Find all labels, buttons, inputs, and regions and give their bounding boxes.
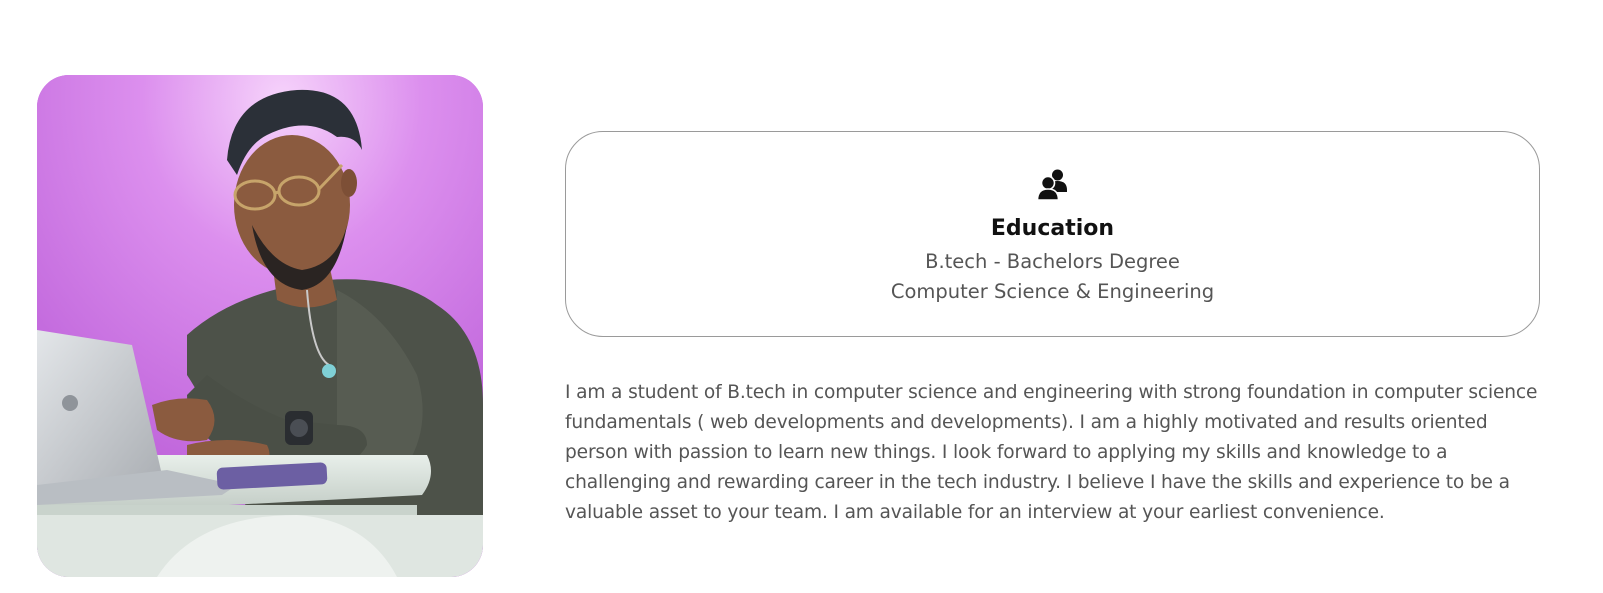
education-field: Computer Science & Engineering — [890, 280, 1215, 303]
profile-photo — [37, 75, 483, 577]
about-paragraph: I am a student of B.tech in computer sci… — [565, 382, 1538, 523]
education-card: Education B.tech - Bachelors Degree Comp… — [565, 131, 1540, 337]
education-degree: B.tech - Bachelors Degree — [925, 250, 1180, 273]
user-group-icon — [1036, 168, 1070, 202]
profile-photo-illustration — [37, 75, 483, 577]
education-title: Education — [990, 216, 1115, 241]
